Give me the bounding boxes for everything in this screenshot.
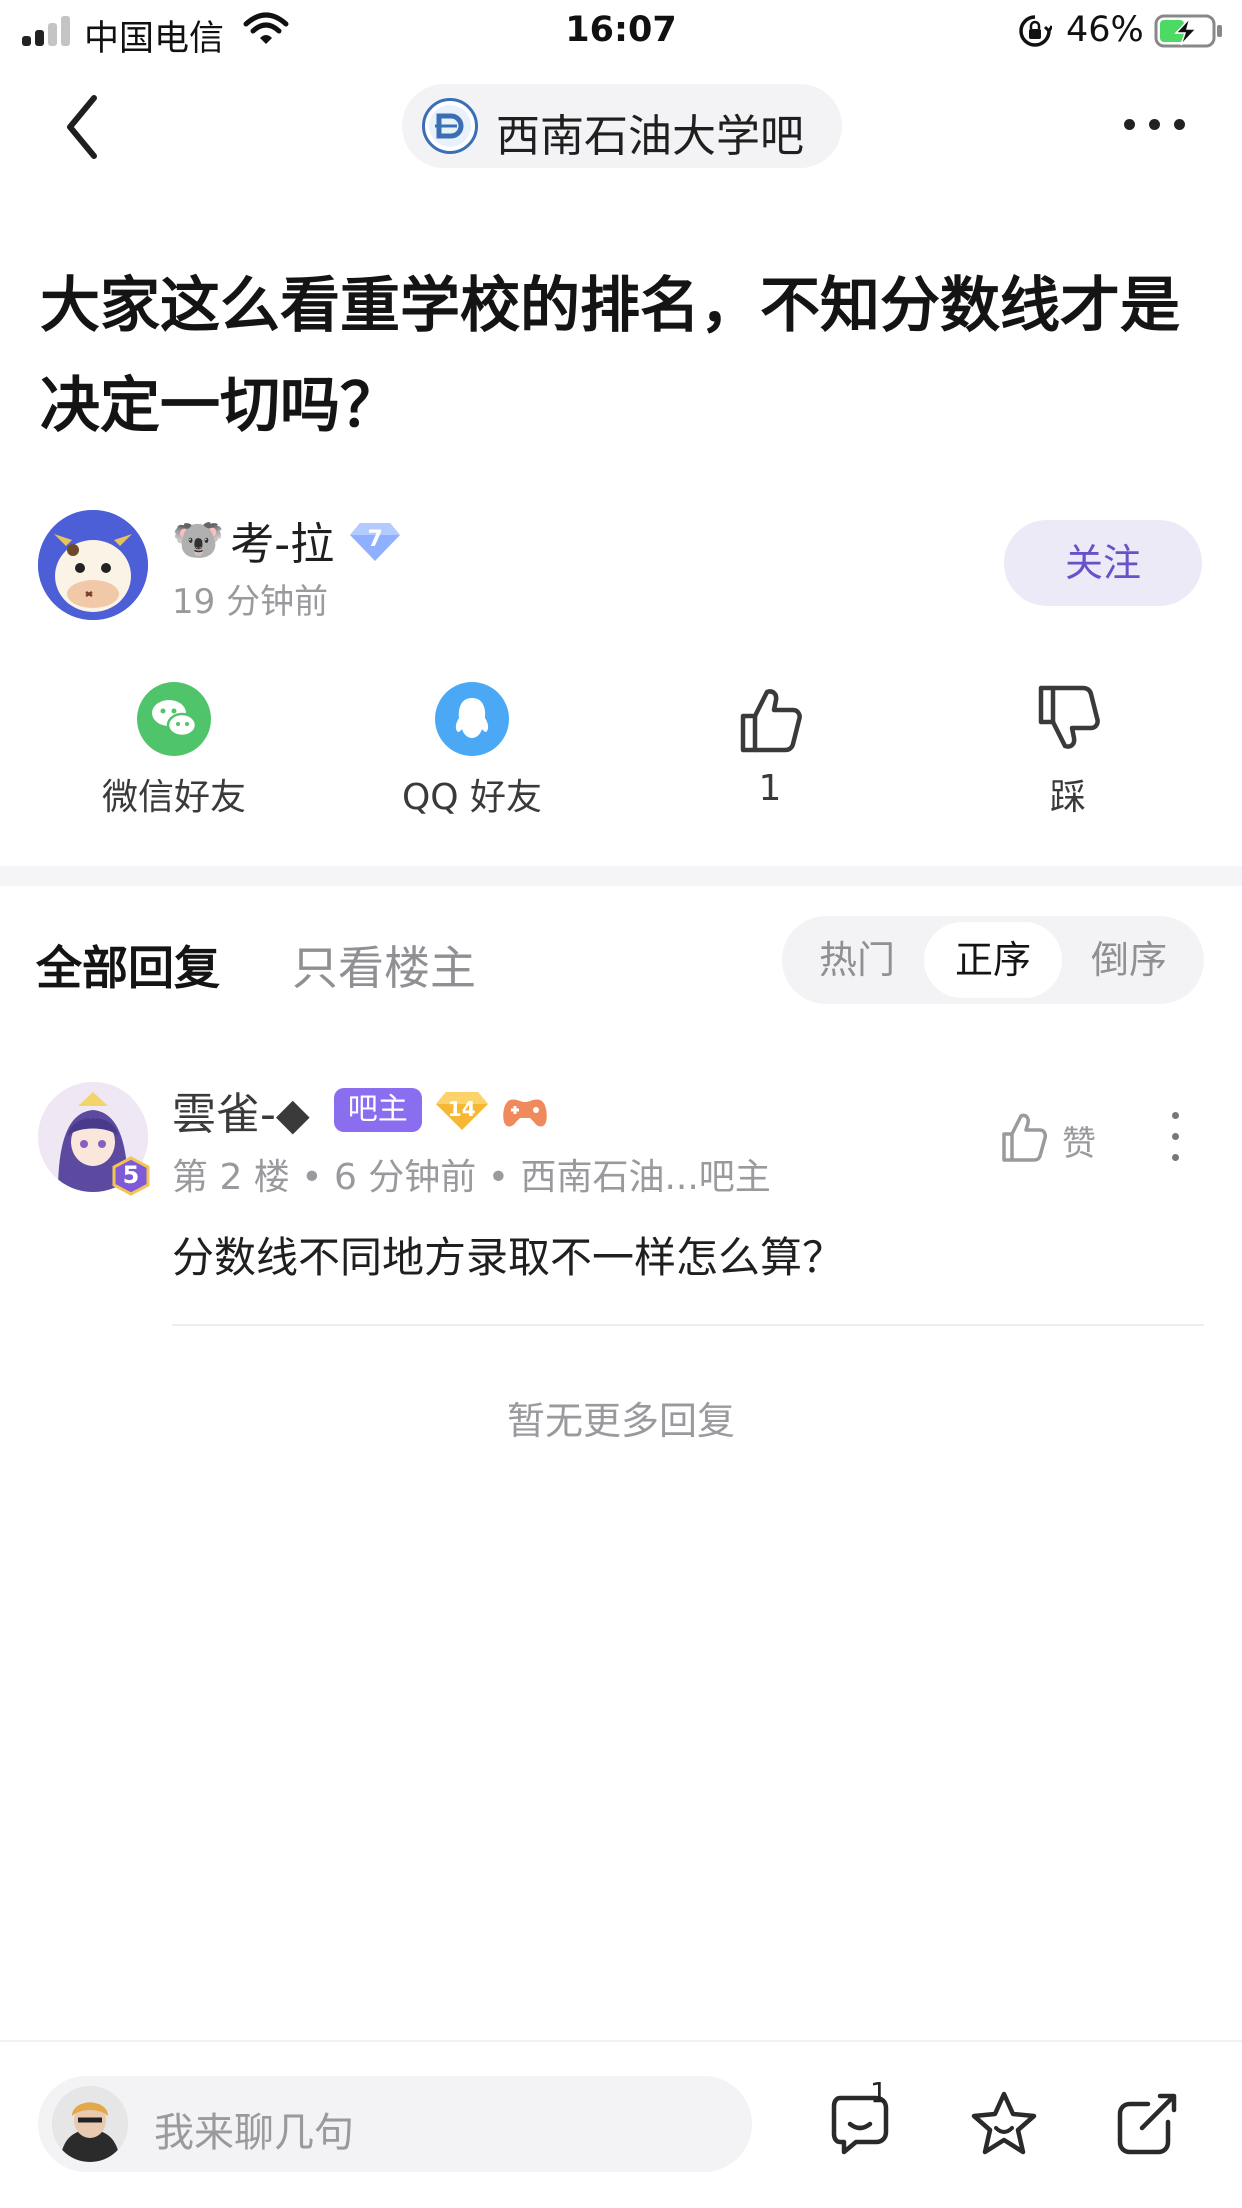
more-vertical-icon [1172, 1112, 1179, 1119]
clock: 16:07 [565, 10, 677, 50]
sort-ascending[interactable]: 正序 [924, 922, 1062, 998]
bottom-divider [0, 2040, 1242, 2042]
reply-like-label[interactable]: 赞 [1062, 1116, 1096, 1165]
forum-link[interactable]: 西南石油大学吧 [402, 84, 842, 168]
reply-more-button[interactable] [1170, 1112, 1182, 1162]
battery-percent: 46% [1066, 10, 1144, 50]
tab-all-replies[interactable]: 全部回复 [36, 932, 220, 998]
koala-emoji: 🐨 [172, 515, 225, 564]
my-avatar [52, 2086, 128, 2162]
tab-op-only[interactable]: 只看楼主 [292, 932, 476, 998]
back-button[interactable] [60, 92, 104, 162]
level-14-badge: 14 [434, 1088, 490, 1132]
sort-toggle: 热门 正序 倒序 [782, 916, 1204, 1004]
share-wechat-label: 微信好友 [101, 777, 246, 818]
qq-icon [435, 682, 509, 756]
author-name-row: 🐨 考-拉 7 [172, 512, 402, 570]
share-qq-button[interactable]: QQ 好友 [372, 676, 572, 818]
more-button[interactable] [1120, 110, 1190, 140]
forum-name: 西南石油大学吧 [496, 111, 804, 162]
reply-time: 6 分钟前 [333, 1157, 477, 1198]
gamepad-icon [502, 1099, 547, 1127]
level-14-number: 14 [447, 1097, 476, 1121]
sort-hot[interactable]: 热门 [788, 922, 926, 998]
forum-owner-badge: 吧主 [333, 1088, 422, 1132]
avatar-level-number: 5 [122, 1161, 140, 1189]
wechat-icon [137, 682, 211, 756]
reply-meta: 第 2 楼 • 6 分钟前 • 西南石油...吧主 [172, 1148, 771, 1200]
comment-input[interactable]: 我来聊几句 [38, 2076, 752, 2172]
comment-placeholder: 我来聊几句 [154, 2110, 354, 2156]
post-title: 大家这么看重学校的排名，不知分数线才是决定一切吗？ [40, 271, 1180, 441]
share-qq-label: QQ 好友 [401, 777, 543, 818]
no-more-replies: 暂无更多回复 [506, 1399, 735, 1443]
reply-content: 分数线不同地方录取不一样怎么算？ [172, 1233, 845, 1282]
star-icon[interactable] [968, 2088, 1040, 2160]
more-icon [1124, 119, 1135, 130]
reply-name-row: 雲雀-◆ 吧主 14 [172, 1080, 550, 1140]
section-divider [0, 866, 1242, 886]
share-icon[interactable] [1112, 2088, 1184, 2160]
thumbs-down-icon [1038, 685, 1100, 749]
thumbs-up-icon [740, 689, 802, 753]
reply-like-button[interactable] [998, 1110, 1048, 1164]
follow-button[interactable]: 关注 [1004, 520, 1202, 606]
reply-author-name[interactable]: 雲雀-◆ [172, 1078, 310, 1142]
share-wechat-button[interactable]: 微信好友 [74, 676, 274, 818]
meta-dot: • [487, 1157, 521, 1198]
avatar-level-badge: 5 [112, 1156, 150, 1196]
forum-logo [422, 98, 478, 154]
dislike-post-button[interactable]: 踩 [968, 676, 1168, 818]
post-time: 19 分钟前 [172, 582, 329, 622]
comment-count: 1 [870, 2076, 888, 2109]
level-number: 7 [367, 527, 383, 552]
reply-divider [172, 1324, 1204, 1326]
sort-descending[interactable]: 倒序 [1060, 922, 1198, 998]
orientation-lock-icon [1019, 15, 1052, 47]
dislike-label: 踩 [1049, 777, 1086, 818]
author-avatar[interactable] [38, 510, 148, 620]
floor-number: 第 2 楼 [172, 1157, 290, 1198]
forum-role: 西南石油...吧主 [520, 1157, 771, 1198]
status-bar: 中国电信 16:07 46% [0, 0, 1242, 62]
like-count: 1 [758, 768, 782, 809]
like-post-button[interactable]: 1 [670, 676, 870, 816]
meta-dot: • [301, 1157, 334, 1198]
battery-charging-icon [1154, 14, 1222, 48]
author-name[interactable]: 考-拉 [230, 508, 334, 572]
level-badge: 7 [348, 517, 402, 563]
